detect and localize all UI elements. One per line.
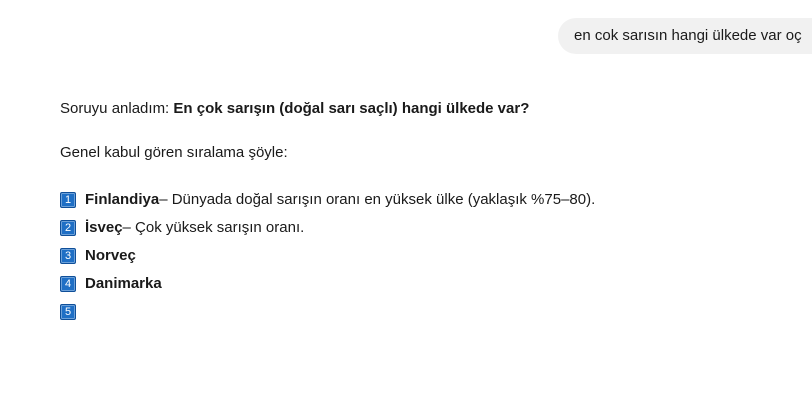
list-item: 4 Danimarka [60, 270, 800, 298]
keycap-number-icon: 1 [60, 192, 76, 208]
user-message-text: en cok sarısın hangi ülkede var oç [574, 27, 802, 44]
ranking-intro: Genel kabul gören sıralama şöyle: [60, 144, 288, 161]
list-item: 3 Norveç [60, 242, 800, 270]
intro-question: En çok sarışın (doğal sarı saçlı) hangi … [173, 100, 530, 117]
country-detail: – Dünyada doğal sarışın oranı en yüksek … [159, 191, 596, 208]
intro-paragraph: Soruyu anladım: En çok sarışın (doğal sa… [60, 98, 800, 120]
country-name: İsveç [85, 219, 123, 236]
country-name: Norveç [85, 247, 136, 264]
list-item: 1 Finlandiya – Dünyada doğal sarışın ora… [60, 186, 800, 214]
intro-prefix: Soruyu anladım: [60, 100, 174, 117]
country-name: Finlandiya [85, 191, 160, 208]
list-item: 2 İsveç – Çok yüksek sarışın oranı. [60, 214, 800, 242]
ranking-list: 1 Finlandiya – Dünyada doğal sarışın ora… [60, 186, 800, 326]
keycap-number-icon: 4 [60, 276, 76, 292]
keycap-number-icon: 3 [60, 248, 76, 264]
country-detail: – Çok yüksek sarışın oranı. [122, 219, 305, 236]
list-item: 5 [60, 298, 800, 326]
keycap-number-icon: 2 [60, 220, 76, 236]
assistant-response: Soruyu anladım: En çok sarışın (doğal sa… [60, 98, 800, 326]
chat-page: en cok sarısın hangi ülkede var oç Soruy… [0, 0, 812, 413]
user-message-bubble: en cok sarısın hangi ülkede var oç [558, 18, 812, 54]
keycap-number-icon: 5 [60, 304, 76, 320]
country-name: Danimarka [85, 275, 162, 292]
